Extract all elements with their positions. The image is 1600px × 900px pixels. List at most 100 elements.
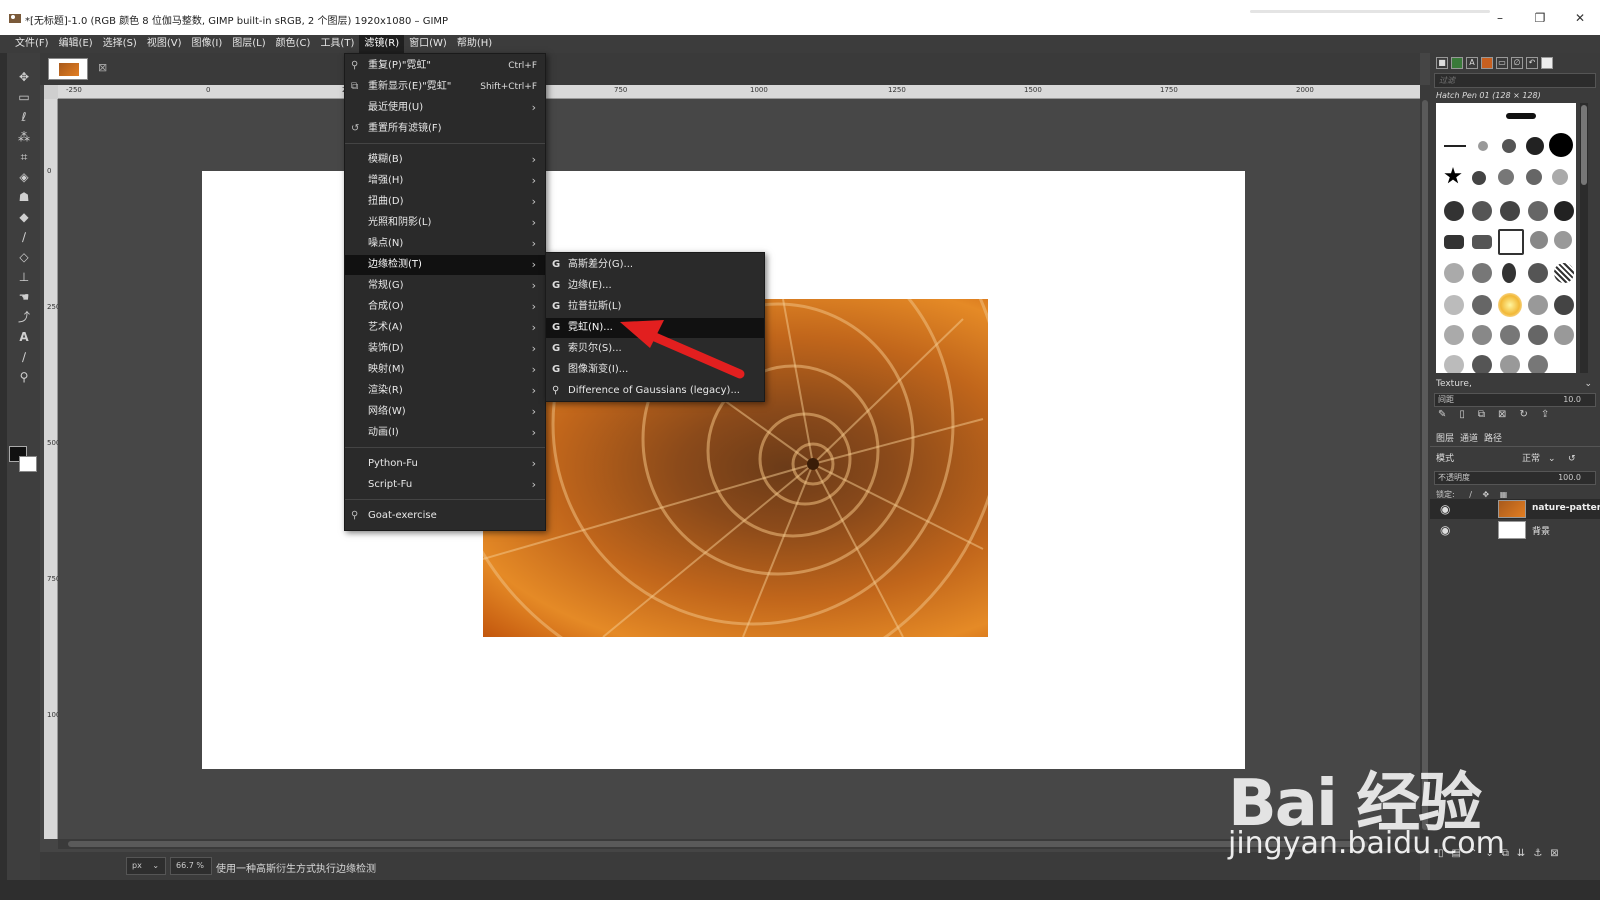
open-brush-icon[interactable]: ⇪ (1541, 409, 1549, 425)
anchor-icon[interactable]: ⚓ (1533, 848, 1542, 859)
menu-item-distorts[interactable]: 扭曲(D) › (345, 192, 545, 212)
menu-item-decor[interactable]: 装饰(D) › (345, 339, 545, 359)
menu-item-reshow[interactable]: ⧉ 重新显示(E)"霓虹" Shift+Ctrl+F (345, 77, 545, 97)
lock-alpha-icon[interactable]: ▦ (1500, 490, 1508, 499)
duplicate-brush-icon[interactable]: ⧉ (1478, 409, 1485, 425)
menu-edit[interactable]: 编辑(E) (54, 35, 98, 53)
vertical-scrollbar[interactable] (1420, 85, 1430, 849)
fuzzy-select-icon[interactable]: ⁂ (15, 129, 33, 145)
lock-pixels-icon[interactable]: ∕ (1469, 490, 1472, 499)
menu-item-python-fu[interactable]: Python-Fu › (345, 454, 545, 474)
brushes-tab-icon[interactable]: ■ (1436, 57, 1448, 69)
color-picker-icon[interactable]: ∕ (15, 349, 33, 365)
menu-item-light-shadow[interactable]: 光照和阴影(L) › (345, 213, 545, 233)
rect-select-icon[interactable]: ▭ (15, 89, 33, 105)
brush-scrollbar[interactable] (1580, 103, 1588, 373)
tab-paths[interactable]: 路径 (1484, 431, 1502, 446)
menu-item-render[interactable]: 渲染(R) › (345, 381, 545, 401)
submenu-item-neon[interactable]: G 霓虹(N)... (546, 318, 764, 338)
gradients-tab-icon[interactable] (1481, 57, 1493, 69)
zoom-select[interactable]: 66.7 % (170, 857, 212, 875)
new-brush-icon[interactable]: ▯ (1459, 409, 1465, 425)
menu-item-script-fu[interactable]: Script-Fu › (345, 475, 545, 495)
mode-select[interactable]: 正常 (1522, 451, 1540, 467)
submenu-item-dog-legacy[interactable]: ⚲ Difference of Gaussians (legacy)... (546, 381, 764, 401)
image-tab-thumbnail[interactable] (48, 58, 88, 80)
menu-item-blur[interactable]: 模糊(B) › (345, 150, 545, 170)
menu-item-recent[interactable]: 最近使用(U) › (345, 98, 545, 118)
menu-item-generic[interactable]: 常规(G) › (345, 276, 545, 296)
tab-layers[interactable]: 图层 (1436, 431, 1454, 446)
menu-item-animation[interactable]: 动画(I) › (345, 423, 545, 443)
ruler-top[interactable]: -250 0 250 500 750 1000 1250 1500 1750 2… (58, 85, 1420, 99)
minimize-button[interactable]: – (1480, 0, 1520, 35)
brush-filter-input[interactable]: 过滤 (1434, 73, 1596, 88)
menu-filters[interactable]: 滤镜(R) (359, 35, 405, 53)
image-tab-close-icon[interactable]: ⊠ (98, 61, 107, 74)
crop-icon[interactable]: ⌗ (15, 149, 33, 165)
visibility-eye-icon[interactable]: ◉ (1440, 523, 1450, 537)
document-tab-icon[interactable] (1541, 57, 1553, 69)
zoom-tool-icon[interactable]: ⚲ (15, 369, 33, 385)
menu-item-noise[interactable]: 噪点(N) › (345, 234, 545, 254)
layer-row[interactable]: ◉ 背景 (1430, 520, 1600, 540)
menu-item-enhance[interactable]: 增强(H) › (345, 171, 545, 191)
submenu-item-difference-of-gaussians[interactable]: G 高斯差分(G)... (546, 255, 764, 275)
merge-layer-icon[interactable]: ⇊ (1517, 848, 1525, 859)
paths-icon[interactable]: ⤴ (15, 309, 33, 325)
lasso-icon[interactable]: ℓ (15, 109, 33, 125)
submenu-item-image-gradient[interactable]: G 图像渐变(I)... (546, 360, 764, 380)
edit-brush-icon[interactable]: ✎ (1438, 409, 1446, 425)
menu-layer[interactable]: 图层(L) (227, 35, 270, 53)
undo-history-tab-icon[interactable]: ↶ (1526, 57, 1538, 69)
text-tool-icon[interactable]: A (15, 329, 33, 345)
menu-tools[interactable]: 工具(T) (315, 35, 359, 53)
reset-mode-icon[interactable]: ↺ (1568, 451, 1576, 467)
horizontal-scrollbar[interactable] (58, 839, 1420, 849)
visibility-eye-icon[interactable]: ◉ (1440, 502, 1450, 516)
menu-file[interactable]: 文件(F) (10, 35, 54, 53)
lock-position-icon[interactable]: ✥ (1483, 490, 1490, 499)
menu-item-web[interactable]: 网络(W) › (345, 402, 545, 422)
ruler-corner[interactable] (44, 85, 58, 99)
submenu-item-edge[interactable]: G 边缘(E)... (546, 276, 764, 296)
unit-select[interactable]: px ⌄ (126, 857, 166, 875)
menu-item-repeat[interactable]: ⚲ 重复(P)"霓虹" Ctrl+F (345, 56, 545, 76)
background-color-swatch[interactable] (19, 456, 37, 472)
delete-brush-icon[interactable]: ⊠ (1498, 409, 1506, 425)
menu-help[interactable]: 帮助(H) (452, 35, 497, 53)
menu-item-combine[interactable]: 合成(O) › (345, 297, 545, 317)
images-tab-icon[interactable]: ▭ (1496, 57, 1508, 69)
menu-view[interactable]: 视图(V) (142, 35, 187, 53)
submenu-item-laplace[interactable]: G 拉普拉斯(L) (546, 297, 764, 317)
menu-image[interactable]: 图像(I) (187, 35, 228, 53)
layer-opacity-slider[interactable]: 不透明度 100.0 (1434, 471, 1596, 485)
brush-tag-input[interactable]: Texture, ⌄ (1434, 377, 1596, 391)
transform-icon[interactable]: ◈ (15, 169, 33, 185)
patterns-tab-icon[interactable] (1451, 57, 1463, 69)
layer-row[interactable]: ◉ nature-patter (1430, 499, 1600, 519)
menu-select[interactable]: 选择(S) (98, 35, 142, 53)
clone-icon[interactable]: ⊥ (15, 269, 33, 285)
move-tool-icon[interactable]: ✥ (15, 69, 33, 85)
menu-item-artistic[interactable]: 艺术(A) › (345, 318, 545, 338)
ruler-left[interactable]: 0 250 500 750 1000 (44, 99, 65, 839)
delete-layer-icon[interactable]: ⊠ (1550, 848, 1558, 859)
refresh-brushes-icon[interactable]: ↻ (1519, 409, 1527, 425)
tab-channels[interactable]: 通道 (1460, 431, 1478, 446)
menu-item-reset-filters[interactable]: ↺ 重置所有滤镜(F) (345, 119, 545, 139)
maximize-button[interactable]: ❐ (1520, 0, 1560, 35)
submenu-item-sobel[interactable]: G 索贝尔(S)... (546, 339, 764, 359)
brush-grid[interactable] (1436, 103, 1576, 373)
menu-windows[interactable]: 窗口(W) (404, 35, 452, 53)
warp-icon[interactable]: ☗ (15, 189, 33, 205)
menu-colors[interactable]: 颜色(C) (271, 35, 316, 53)
menu-item-edge-detect[interactable]: 边缘检测(T) › (345, 255, 545, 275)
smudge-icon[interactable]: ☚ (15, 289, 33, 305)
tool-presets-tab-icon[interactable]: ∅ (1511, 57, 1523, 69)
bucket-fill-icon[interactable]: ◆ (15, 209, 33, 225)
fonts-tab-icon[interactable]: A (1466, 57, 1478, 69)
menu-item-goat-exercise[interactable]: ⚲ Goat-exercise (345, 506, 545, 526)
menu-item-map[interactable]: 映射(M) › (345, 360, 545, 380)
paintbrush-icon[interactable]: ∕ (15, 229, 33, 245)
